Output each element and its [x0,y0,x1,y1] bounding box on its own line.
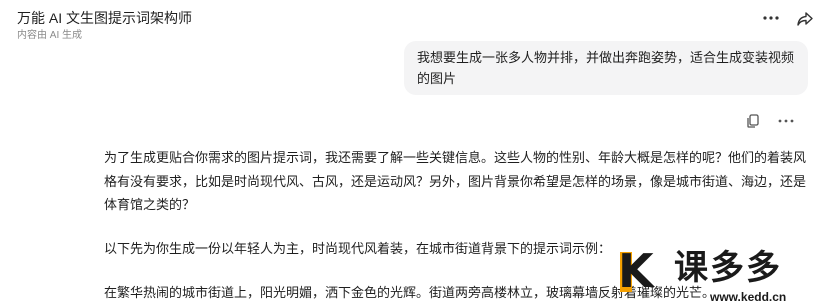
watermark-url: www.kedd.cn [710,290,787,304]
chat-header: 万能 AI 文生图提示词架构师 内容由 AI 生成 [0,0,817,41]
watermark-k-letter: K [618,244,654,298]
assistant-message: 为了生成更贴合你需求的图片提示词，我还需要了解一些关键信息。这些人物的性别、年龄… [104,146,812,300]
answer-paragraph-2: 以下先为你生成一份以年轻人为主，时尚现代风着装，在城市街道背景下的提示词示例： [104,241,612,256]
kedd-watermark-logo: K 课多多 www.kedd.cn [600,238,817,306]
more-options-icon[interactable] [760,8,782,28]
answer-paragraph-1: 为了生成更贴合你需求的图片提示词，我还需要了解一些关键信息。这些人物的性别、年龄… [104,150,807,212]
message-more-icon[interactable] [776,114,796,128]
share-icon[interactable] [796,10,814,28]
user-message-bubble: 我想要生成一张多人物并排，并做出奔跑姿势，适合生成变装视频的图片 [404,41,808,95]
ai-generated-note: 内容由 AI 生成 [17,30,83,41]
chat-title: 万能 AI 文生图提示词架构师 [17,10,193,26]
watermark-brand: 课多多 [674,249,782,287]
user-message-text: 我想要生成一张多人物并排，并做出奔跑姿势，适合生成变装视频的图片 [417,50,795,86]
copy-icon[interactable] [745,113,761,129]
